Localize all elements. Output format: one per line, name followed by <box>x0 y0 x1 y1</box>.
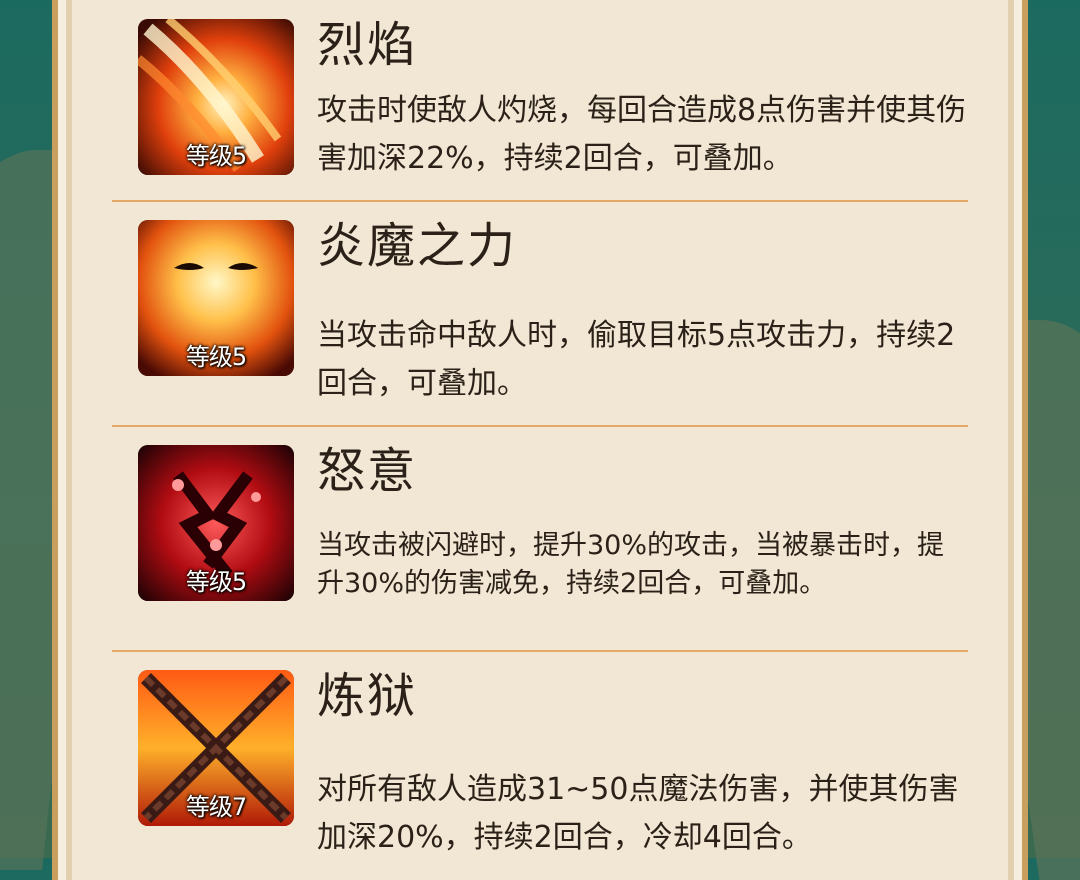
flame-slash-icon: 等级5 <box>138 19 294 175</box>
skill-item-lieyan[interactable]: 等级5 烈焰 攻击时使敌人灼烧，每回合造成8点伤害并使其伤害加深22%，持续2回… <box>112 0 968 202</box>
skill-name: 怒意 <box>317 443 418 499</box>
skill-level-label: 等级5 <box>185 142 247 170</box>
skill-level-label: 等级7 <box>185 793 247 821</box>
skill-description: 对所有敌人造成31~50点魔法伤害，并使其伤害加深20%，持续2回合，冷却4回合… <box>317 772 959 855</box>
skill-name: 炼狱 <box>317 668 418 724</box>
rage-icon: 等级5 <box>138 445 294 601</box>
skill-level-label: 等级5 <box>185 343 247 371</box>
skill-item-yanmozhili[interactable]: 等级5 炎魔之力 当攻击命中敌人时，偷取目标5点攻击力，持续2回合，可叠加。 <box>112 202 968 427</box>
skill-description: 攻击时使敌人灼烧，每回合造成8点伤害并使其伤害加深22%，持续2回合，可叠加。 <box>317 93 967 176</box>
skill-name: 炎魔之力 <box>317 218 518 274</box>
skill-description: 当攻击被闪避时，提升30%的攻击，当被暴击时，提升30%的伤害减免，持续2回合，… <box>317 530 945 599</box>
skill-level-label: 等级5 <box>185 568 247 596</box>
fire-demon-icon: 等级5 <box>138 220 294 376</box>
skill-description: 当攻击命中敌人时，偷取目标5点攻击力，持续2回合，可叠加。 <box>317 318 956 401</box>
skill-item-nuyi[interactable]: 等级5 怒意 当攻击被闪避时，提升30%的攻击，当被暴击时，提升30%的伤害减免… <box>112 427 968 652</box>
chained-inferno-icon: 等级7 <box>138 670 294 826</box>
skill-item-lianyu[interactable]: 等级7 炼狱 对所有敌人造成31~50点魔法伤害，并使其伤害加深20%，持续2回… <box>112 652 968 877</box>
skill-name: 烈焰 <box>317 17 418 73</box>
